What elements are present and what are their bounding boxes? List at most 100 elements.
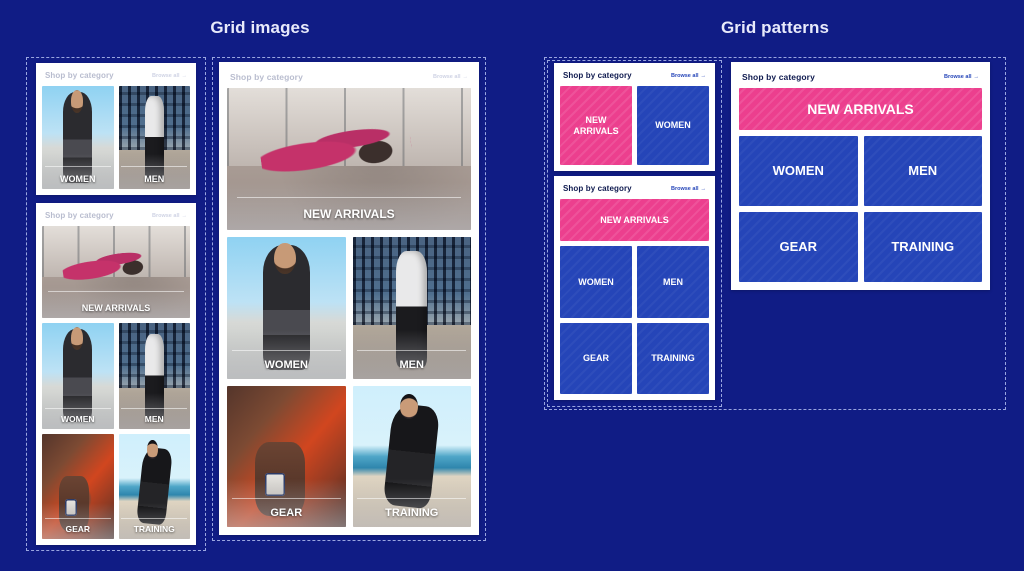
- browse-all-link[interactable]: Browse all →: [671, 73, 706, 79]
- arrow-right-icon: →: [700, 185, 707, 192]
- grid-patterns-card-5up[interactable]: Shop by category Browse all → NEW ARRIVA…: [554, 176, 715, 400]
- browse-all-label: Browse all: [670, 185, 699, 192]
- photo-tile-caption: GEAR: [270, 507, 303, 519]
- shop-by-category-label: Shop by category: [563, 184, 632, 193]
- shop-by-category-label: Shop by category: [45, 71, 114, 80]
- pattern-tile-label: WOMEN: [772, 162, 824, 178]
- caption-rule: [44, 407, 111, 409]
- browse-all-link[interactable]: Browse all →: [152, 213, 187, 219]
- grid-images-card-5up[interactable]: Shop by category Browse all → NEW ARRIVA…: [36, 203, 196, 545]
- caption-rule: [231, 349, 341, 351]
- hero-row: NEW ARRIVALS: [42, 226, 190, 318]
- photo-tile-gear[interactable]: GEAR: [42, 433, 114, 539]
- arrow-right-icon: →: [462, 74, 469, 80]
- shop-by-category-label: Shop by category: [230, 72, 303, 82]
- pattern-tile-gear[interactable]: GEAR: [739, 212, 858, 282]
- caption-rule: [357, 349, 467, 351]
- card-header: Shop by category Browse all →: [739, 70, 982, 88]
- pattern-tile-label-line1: NEW: [585, 115, 607, 126]
- card-header: Shop by category Browse all →: [42, 69, 190, 86]
- photo-tile-men[interactable]: MEN: [118, 323, 190, 429]
- tile-row: WOMEN MEN: [42, 323, 190, 429]
- tile-row: GEAR TRAINING: [42, 433, 190, 539]
- pattern-tile-label-line2: ARRIVALS: [573, 125, 619, 136]
- pattern-tile-men[interactable]: MEN: [637, 246, 709, 318]
- card-body: NEW ARRIVALS WOMEN MEN GEAR TRAINING: [42, 226, 190, 539]
- pattern-tile-gear[interactable]: GEAR: [560, 322, 632, 394]
- photo-tile-caption: GEAR: [65, 524, 91, 534]
- grid-patterns-section-title: Grid patterns: [720, 18, 830, 37]
- photo-tile-women[interactable]: WOMEN: [42, 86, 114, 189]
- photo-tile-caption: MEN: [399, 358, 424, 371]
- browse-all-link[interactable]: Browse all →: [671, 186, 706, 192]
- photo-tile-caption: WOMEN: [60, 174, 96, 184]
- photo-tile-new-arrivals[interactable]: NEW ARRIVALS: [42, 226, 190, 318]
- grid-images-card-large[interactable]: Shop by category Browse all → NEW ARRIVA…: [219, 62, 479, 535]
- caption-rule: [44, 518, 111, 519]
- tile-row: WOMEN MEN: [42, 86, 190, 189]
- photo-tile-women[interactable]: WOMEN: [42, 323, 114, 429]
- photo-tile-training[interactable]: TRAINING: [118, 433, 190, 539]
- pattern-tile-label: NEW ARRIVALS: [573, 115, 618, 136]
- photo-tile-caption: WOMEN: [264, 358, 308, 371]
- arrow-right-icon: →: [700, 72, 707, 79]
- photo-tile-training[interactable]: TRAINING: [352, 385, 471, 527]
- tile-row: GEAR TRAINING: [560, 322, 709, 394]
- browse-all-link[interactable]: Browse all →: [944, 74, 979, 80]
- pattern-tile-women[interactable]: WOMEN: [739, 136, 858, 206]
- caption-rule: [121, 166, 188, 167]
- pattern-tile-new-arrivals[interactable]: NEW ARRIVALS: [560, 86, 632, 165]
- tile-row: WOMEN MEN: [560, 246, 709, 318]
- pattern-tile-women[interactable]: WOMEN: [560, 246, 632, 318]
- shop-by-category-label: Shop by category: [742, 72, 815, 82]
- card-header: Shop by category Browse all →: [560, 69, 709, 86]
- card-header: Shop by category Browse all →: [560, 182, 709, 199]
- pattern-tile-label: WOMEN: [655, 120, 691, 131]
- grid-images-card-2up[interactable]: Shop by category Browse all → WOMEN MEN: [36, 63, 196, 195]
- pattern-tile-men[interactable]: MEN: [863, 136, 982, 206]
- grid-patterns-card-large[interactable]: Shop by category Browse all → NEW ARRIVA…: [731, 62, 990, 290]
- pattern-tile-label: MEN: [663, 276, 683, 287]
- tile-row: GEAR TRAINING: [739, 212, 982, 282]
- card-body: NEW ARRIVALS WOMEN: [560, 86, 709, 165]
- tile-row: GEAR TRAINING: [227, 385, 471, 527]
- arrow-right-icon: →: [181, 72, 188, 79]
- photo-tile-men[interactable]: MEN: [118, 86, 190, 189]
- pattern-tile-training[interactable]: TRAINING: [863, 212, 982, 282]
- caption-rule: [121, 407, 188, 409]
- pattern-tile-label: NEW ARRIVALS: [600, 214, 669, 225]
- photo-tile-gear[interactable]: GEAR: [227, 385, 346, 527]
- browse-all-link[interactable]: Browse all →: [152, 73, 187, 79]
- arrow-right-icon: →: [973, 74, 980, 80]
- photo-tile-caption: NEW ARRIVALS: [81, 303, 151, 313]
- caption-rule: [47, 291, 185, 292]
- card-body: NEW ARRIVALS WOMEN MEN GEAR TRAINING: [227, 88, 471, 527]
- photo-tile-new-arrivals[interactable]: NEW ARRIVALS: [227, 88, 471, 230]
- photo-tile-caption: WOMEN: [60, 413, 95, 424]
- caption-rule: [121, 518, 188, 519]
- caption-rule: [357, 498, 467, 499]
- pattern-tile-training[interactable]: TRAINING: [637, 322, 709, 394]
- pattern-tile-label: TRAINING: [891, 238, 955, 254]
- pattern-tile-label: WOMEN: [578, 276, 614, 287]
- photo-tile-women[interactable]: WOMEN: [227, 237, 346, 379]
- shop-by-category-label: Shop by category: [563, 71, 632, 80]
- browse-all-link[interactable]: Browse all →: [433, 74, 468, 80]
- photo-tile-caption: TRAINING: [385, 507, 439, 519]
- pattern-tile-label: NEW ARRIVALS: [807, 100, 914, 117]
- hero-row: NEW ARRIVALS: [227, 88, 471, 230]
- pattern-tile-label: GEAR: [582, 353, 609, 364]
- pattern-tile-new-arrivals[interactable]: NEW ARRIVALS: [560, 199, 709, 241]
- pattern-tile-label: TRAINING: [651, 353, 695, 364]
- tile-row: NEW ARRIVALS WOMEN: [560, 86, 709, 165]
- pattern-tile-label: MEN: [908, 162, 938, 178]
- photo-tile-men[interactable]: MEN: [352, 237, 471, 379]
- pattern-tile-new-arrivals[interactable]: NEW ARRIVALS: [739, 88, 982, 130]
- browse-all-label: Browse all: [432, 74, 461, 80]
- tile-row: WOMEN MEN: [739, 136, 982, 206]
- pattern-tile-women[interactable]: WOMEN: [637, 86, 709, 165]
- browse-all-label: Browse all: [943, 74, 972, 80]
- browse-all-label: Browse all: [670, 72, 699, 79]
- grid-patterns-card-2up[interactable]: Shop by category Browse all → NEW ARRIVA…: [554, 63, 715, 171]
- grid-images-section-title: Grid images: [210, 18, 310, 37]
